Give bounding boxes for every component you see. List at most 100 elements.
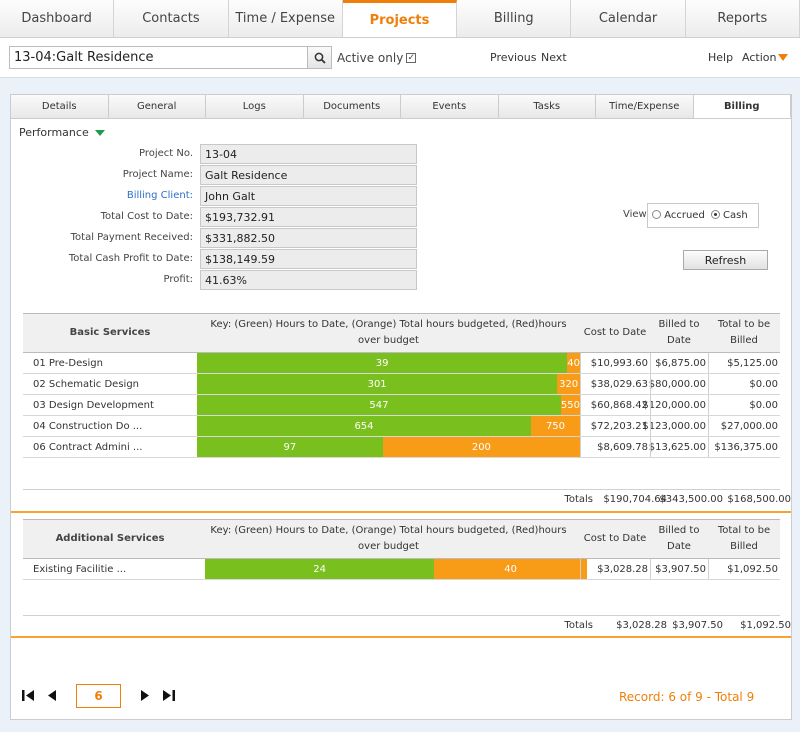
subtab-tasks[interactable]: Tasks xyxy=(499,95,596,118)
table-row[interactable]: 02 Schematic Design 301 320 $38,029.63 $80,0… xyxy=(23,374,780,395)
subtab-logs[interactable]: Logs xyxy=(206,95,304,118)
hours-to-date-bar: 39 xyxy=(197,353,568,373)
view-label: View xyxy=(623,209,647,220)
nav-tab-projects[interactable]: Projects xyxy=(342,0,458,37)
row-billed: $3,907.50 xyxy=(655,563,706,575)
project-search-input[interactable] xyxy=(9,46,308,69)
row-cost: $72,203.21 xyxy=(590,420,648,432)
accrued-radio[interactable] xyxy=(652,210,661,219)
search-button[interactable] xyxy=(308,46,332,69)
field-value: $193,732.91 xyxy=(200,207,417,227)
hours-budgeted-bar: 750 xyxy=(530,416,580,436)
toolbar: Active only ✓ Previous Next Help Action xyxy=(0,38,800,78)
column-divider xyxy=(650,416,651,436)
nav-tab-dashboard[interactable]: Dashboard xyxy=(0,0,115,37)
billed-to-date-heading: Billed to Date xyxy=(658,319,700,346)
subtab-time-expense[interactable]: Time/Expense xyxy=(596,95,694,118)
row-billed: $80,000.00 xyxy=(648,378,706,390)
nav-tab-billing[interactable]: Billing xyxy=(457,0,572,37)
last-page-icon xyxy=(163,690,175,701)
totals-to-be-billed: $1,092.50 xyxy=(740,620,791,631)
billed-to-date-heading: Billed to Date xyxy=(658,525,700,552)
subtab-details[interactable]: Details xyxy=(11,95,109,118)
expand-triangle-icon xyxy=(94,129,105,136)
row-tobe: $0.00 xyxy=(749,399,778,411)
view-cash-option[interactable]: Cash xyxy=(710,210,748,221)
cost-to-date-heading: Cost to Date xyxy=(583,327,647,338)
service-name[interactable]: 01 Pre-Design xyxy=(33,353,103,373)
last-page-button[interactable] xyxy=(162,690,175,704)
next-link[interactable]: Next xyxy=(541,51,567,64)
view-accrued-option[interactable]: Accrued xyxy=(652,210,705,221)
service-name[interactable]: 02 Schematic Design xyxy=(33,374,139,394)
hours-budgeted-bar: 550 xyxy=(560,395,580,415)
nav-tab-contacts[interactable]: Contacts xyxy=(114,0,229,37)
field-label: Total Payment Received: xyxy=(70,232,193,243)
total-to-be-billed-heading: Total to be Billed xyxy=(717,525,771,552)
active-only-label: Active only xyxy=(337,51,404,65)
active-only-checkbox[interactable]: ✓ xyxy=(406,53,417,63)
field-label: Project Name: xyxy=(122,169,193,180)
hours-key-heading: Key: (Green) Hours to Date, (Orange) Tot… xyxy=(210,319,567,346)
previous-page-icon xyxy=(48,690,56,701)
service-name[interactable]: Existing Facilitie ... xyxy=(33,559,126,579)
nav-tab-time-expense[interactable]: Time / Expense xyxy=(228,0,343,37)
performance-label: Performance xyxy=(19,126,89,139)
column-divider xyxy=(580,374,581,394)
table-row[interactable]: 03 Design Development 547 550 $60,868.42 $12… xyxy=(23,395,780,416)
field-label: Total Cash Profit to Date: xyxy=(68,253,193,264)
previous-link[interactable]: Previous xyxy=(490,51,537,64)
column-divider xyxy=(708,395,709,415)
page-number-input[interactable]: 6 xyxy=(76,684,121,708)
hours-bar: 301 320 xyxy=(197,374,580,394)
hours-bar: 39 40 xyxy=(197,353,580,373)
cash-label: Cash xyxy=(723,210,748,221)
first-page-button[interactable] xyxy=(22,690,35,704)
nav-tab-reports[interactable]: Reports xyxy=(685,0,800,37)
action-dropdown-icon[interactable] xyxy=(778,54,788,61)
action-menu[interactable]: Action xyxy=(742,51,776,64)
view-mode-group: Accrued Cash xyxy=(647,203,759,228)
subtab-documents[interactable]: Documents xyxy=(304,95,401,118)
cash-radio[interactable] xyxy=(710,210,720,219)
help-link[interactable]: Help xyxy=(708,51,733,64)
hours-bar: 97 200 xyxy=(197,437,580,457)
section-divider xyxy=(11,636,791,638)
project-panel: Details General Logs Documents Events Tasks Ti… xyxy=(10,94,792,720)
row-tobe: $136,375.00 xyxy=(714,441,778,453)
basic-services-header: Basic Services Key: (Green) Hours to Dat… xyxy=(23,313,780,353)
column-divider xyxy=(708,559,709,579)
column-divider xyxy=(708,416,709,436)
field-value: 41.63% xyxy=(200,270,417,290)
previous-page-button[interactable] xyxy=(48,690,57,704)
cost-to-date-heading: Cost to Date xyxy=(583,533,647,544)
totals-billed: $3,907.50 xyxy=(672,620,723,631)
next-page-button[interactable] xyxy=(140,690,149,704)
field-label[interactable]: Billing Client: xyxy=(127,190,193,201)
row-tobe: $0.00 xyxy=(749,378,778,390)
subtab-events[interactable]: Events xyxy=(401,95,499,118)
additional-services-rows: Existing Facilitie ... 24 40 $3,028.28 $3,90… xyxy=(23,559,780,580)
service-name[interactable]: 03 Design Development xyxy=(33,395,154,415)
refresh-button[interactable]: Refresh xyxy=(683,250,768,270)
nav-tab-calendar[interactable]: Calendar xyxy=(571,0,686,37)
row-billed: $6,875.00 xyxy=(655,357,706,369)
row-cost: $10,993.60 xyxy=(590,357,648,369)
column-divider xyxy=(580,395,581,415)
service-name[interactable]: 06 Contract Admini ... xyxy=(33,437,142,457)
table-row[interactable]: 01 Pre-Design 39 40 $10,993.60 $6,875.00 $5,1… xyxy=(23,353,780,374)
subtab-billing[interactable]: Billing xyxy=(693,95,791,118)
table-row[interactable]: Existing Facilitie ... 24 40 $3,028.28 $3,90… xyxy=(23,559,780,580)
first-page-icon xyxy=(22,690,34,701)
hours-bar: 654 750 xyxy=(197,416,580,436)
hours-to-date-bar: 654 xyxy=(197,416,531,436)
row-billed: $123,000.00 xyxy=(642,420,706,432)
table-row[interactable]: 04 Construction Do ... 654 750 $72,203.21 $1… xyxy=(23,416,780,437)
subtab-general[interactable]: General xyxy=(109,95,206,118)
active-only-toggle[interactable]: Active only ✓ xyxy=(337,51,417,65)
table-row[interactable]: 06 Contract Admini ... 97 200 $8,609.78 $13,… xyxy=(23,437,780,458)
column-divider xyxy=(650,353,651,373)
performance-toggle[interactable]: Performance xyxy=(19,126,105,139)
service-name[interactable]: 04 Construction Do ... xyxy=(33,416,142,436)
column-divider xyxy=(580,559,581,579)
